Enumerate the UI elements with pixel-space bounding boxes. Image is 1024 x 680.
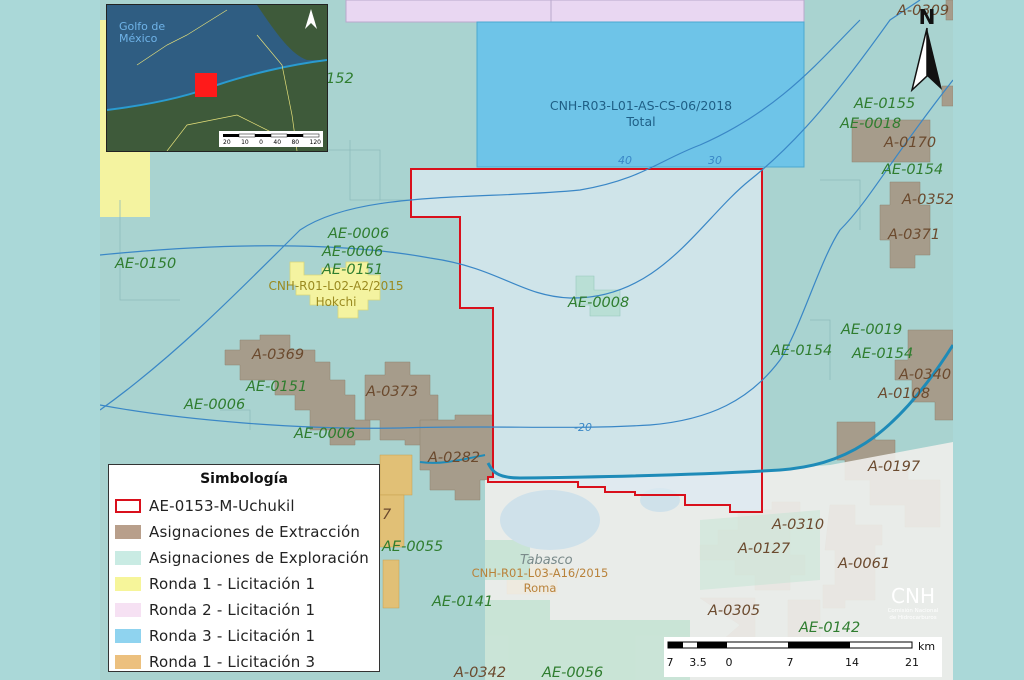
inset-scale-tick: 20 [223, 139, 231, 146]
legend-swatch-extraction [115, 525, 141, 539]
legend-label: Ronda 1 - Licitación 3 [149, 653, 316, 671]
legend-label: Asignaciones de Extracción [149, 523, 361, 541]
hokchi-sub: Hokchi [315, 294, 357, 309]
legend-label: Ronda 1 - Licitación 1 [149, 575, 316, 593]
ae-0018-label: AE-0018 [840, 116, 902, 132]
a-0061-label: A-0061 [838, 556, 891, 572]
inset-scale-tick: 40 [273, 139, 282, 146]
scale-tick: 3.5 [689, 656, 707, 669]
inset-scale-tick: 80 [291, 139, 300, 146]
a-0342-label: A-0342 [454, 665, 507, 680]
legend-item-ronda1-l1: Ronda 1 - Licitación 1 [109, 571, 379, 597]
inset-locator-map: Golfo de México 20 10 0 40 80 120 [106, 4, 328, 152]
contour-label-20: -20 [574, 421, 592, 434]
hokchi-name: CNH-R01-L02-A2/2015 [268, 279, 404, 293]
lagoon [500, 490, 600, 550]
legend-swatch-ronda1-l3 [115, 655, 141, 669]
a-0282-label: A-0282 [428, 450, 481, 466]
scale-tick: 7 [666, 656, 674, 669]
legend-swatch-ronda2-l1 [115, 603, 141, 617]
inset-title: Golfo de México [119, 20, 166, 46]
ae-0008-label: AE-0008 [568, 295, 630, 311]
ae-0151-b-label: AE-0151 [246, 379, 308, 395]
inset-scalebar: 20 10 0 40 80 120 [219, 131, 323, 147]
ae-0151-a-label: AE-0151 [322, 262, 384, 278]
contour-label-40: 40 [618, 154, 632, 167]
ae-0152-label: 152 [326, 71, 354, 87]
scalebar: 7 3.5 0 7 14 21 km [664, 637, 942, 677]
partial-7-label: 7 [382, 507, 392, 523]
ronda2-block [345, 0, 805, 23]
legend-swatch-aoi [115, 499, 141, 513]
cnh-logo-subtitle: Comisión Nacional de Hidrocarburos [887, 608, 939, 621]
state-label: Tabasco [520, 553, 573, 568]
inset-aoi-marker [195, 73, 217, 97]
roma-label: CNH-R01-L03-A16/2015 Roma [470, 566, 610, 596]
ae-0141-label: AE-0141 [432, 594, 494, 610]
legend-label: Asignaciones de Exploración [149, 549, 369, 567]
a-0197-label: A-0197 [868, 459, 921, 475]
legend-item-extraction: Asignaciones de Extracción [109, 519, 379, 545]
ae-0006-d-label: AE-0006 [294, 426, 356, 442]
ronda3-name: CNH-R03-L01-AS-CS-06/2018 [549, 98, 733, 113]
scalebar-canvas [667, 641, 913, 649]
legend-swatch-ronda1-l1 [115, 577, 141, 591]
ronda3-sub: Total [626, 114, 656, 130]
ronda3-block-label: CNH-R03-L01-AS-CS-06/2018 Total [526, 98, 756, 131]
legend: Simbología AE-0153-M-Uchukil Asignacione… [108, 464, 380, 672]
a-0373-label: A-0373 [366, 384, 419, 400]
a-0340-label: A-0340 [899, 367, 952, 383]
contour-label-30: 30 [708, 154, 722, 167]
inset-scale-ticks: 20 10 0 40 80 120 [223, 139, 321, 146]
ae-0155-label: AE-0155 [854, 96, 916, 112]
ae-0006-c-label: AE-0006 [184, 397, 246, 413]
a-0170-label: A-0170 [884, 135, 937, 151]
ae-0056-label: AE-0056 [542, 665, 604, 680]
a-0352-label: A-0352 [902, 192, 953, 208]
north-arrow-icon: N [910, 5, 942, 93]
ae-0142-label: AE-0142 [799, 620, 861, 636]
ae-0019-label: AE-0019 [841, 322, 903, 338]
inset-scale-tick: 120 [309, 139, 321, 146]
a-0310-label: A-0310 [772, 517, 825, 533]
a-0127-label: A-0127 [738, 541, 791, 557]
a-0108-label: A-0108 [878, 386, 931, 402]
legend-title: Simbología [200, 471, 288, 487]
legend-item-ronda1-l3: Ronda 1 - Licitación 3 [109, 649, 379, 675]
hokchi-label: CNH-R01-L02-A2/2015 Hokchi [266, 279, 406, 310]
north-arrow: N [906, 4, 948, 94]
inset-scale-tick: 0 [259, 139, 263, 146]
cnh-logo-name: CNH [891, 584, 935, 608]
legend-item-aoi: AE-0153-M-Uchukil [109, 493, 379, 519]
legend-item-ronda2-l1: Ronda 2 - Licitación 1 [109, 597, 379, 623]
scale-tick: 0 [725, 656, 733, 669]
ronda3-block [476, 21, 805, 168]
legend-label: Ronda 2 - Licitación 1 [149, 601, 316, 619]
ae-0154-right-label: AE-0154 [852, 346, 914, 362]
scale-tick: 7 [786, 656, 794, 669]
cnh-logo: CNH Comisión Nacional de Hidrocarburos [882, 582, 944, 632]
inset-scale-tick: 10 [241, 139, 249, 146]
scale-tick: 21 [905, 656, 919, 669]
a-0369-label: A-0369 [252, 347, 305, 363]
legend-swatch-exploration [115, 551, 141, 565]
a-0305-label: A-0305 [708, 603, 761, 619]
scale-tick: 14 [845, 656, 859, 669]
a-0371-label: A-0371 [888, 227, 941, 243]
legend-item-exploration: Asignaciones de Exploración [109, 545, 379, 571]
north-letter: N [919, 5, 936, 29]
legend-label: AE-0153-M-Uchukil [149, 497, 295, 515]
ae-0150-label: AE-0150 [115, 256, 177, 272]
roma-name: CNH-R01-L03-A16/2015 [471, 566, 609, 580]
scale-unit: km [918, 640, 936, 653]
ae-0006-a-label: AE-0006 [328, 226, 390, 242]
ae-0006-b-label: AE-0006 [322, 244, 384, 260]
ae-0154-top-label: AE-0154 [882, 162, 944, 178]
map-frame[interactable]: CNH-R03-L01-AS-CS-06/2018 Total CNH-R01-… [100, 0, 953, 680]
legend-item-ronda3-l1: Ronda 3 - Licitación 1 [109, 623, 379, 649]
legend-label: Ronda 3 - Licitación 1 [149, 627, 316, 645]
ae-0154-mid-label: AE-0154 [771, 343, 833, 359]
ae-0055-label: AE-0055 [382, 539, 444, 555]
legend-swatch-ronda3-l1 [115, 629, 141, 643]
